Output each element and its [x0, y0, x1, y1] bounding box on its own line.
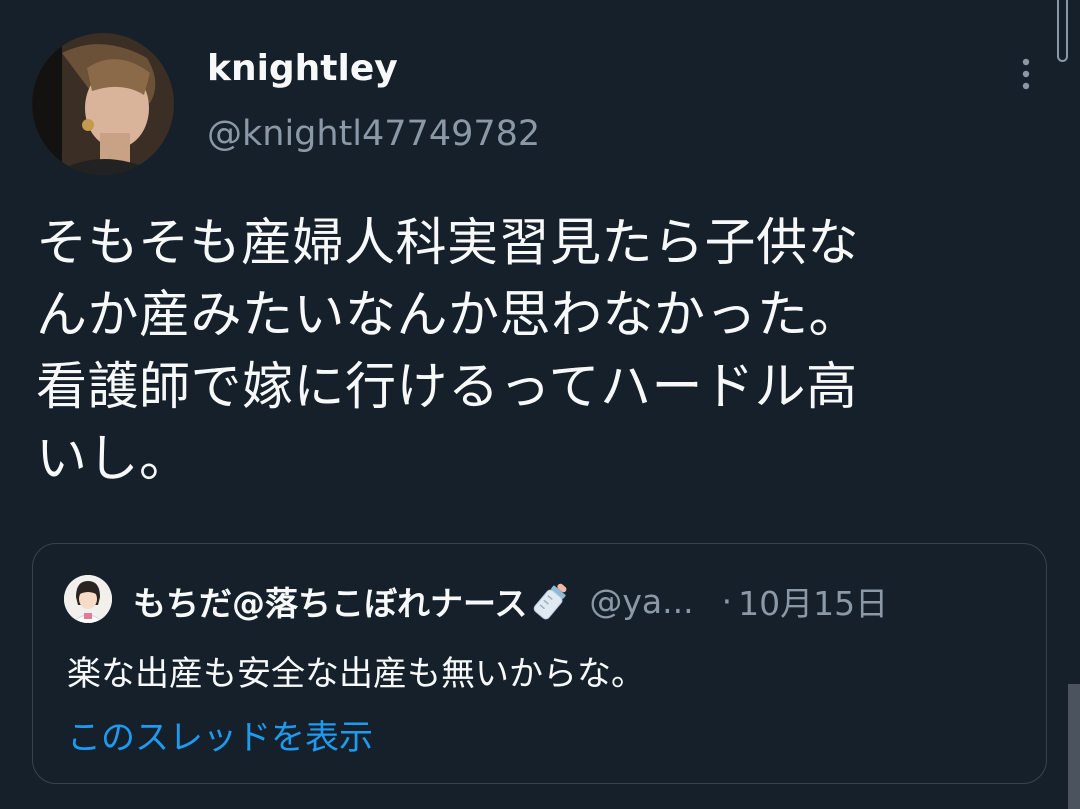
header-separator: · [721, 581, 733, 621]
author-avatar[interactable] [32, 33, 174, 175]
scrollbar-track-top[interactable] [1057, 0, 1068, 62]
tweet-text-line: そもそも産婦人科実習見たら子供な [36, 214, 859, 273]
tweet-text-line: んか産みたいなんか思わなかった。 [36, 286, 861, 345]
more-options-button[interactable] [1006, 54, 1046, 94]
quoted-author-handle[interactable]: @ya... [589, 582, 693, 621]
quoted-author-name[interactable]: もちだ@落ちこぼれナース [133, 577, 527, 625]
tweet-text-line: いし。 [36, 430, 191, 489]
more-vertical-icon [1022, 58, 1030, 90]
scrollbar-thumb[interactable] [1068, 684, 1080, 809]
quoted-tweet-header: もちだ@落ちこぼれナース @ya... · 10月15日 [133, 577, 888, 625]
quoted-author-avatar[interactable] [64, 575, 112, 623]
author-display-name[interactable]: knightley [207, 48, 398, 89]
quoted-tweet-date[interactable]: 10月15日 [738, 577, 888, 625]
tweet-text: そもそも産婦人科実習見たら子供な んか産みたいなんか思わなかった。 看護師で嫁に… [36, 208, 1016, 496]
show-thread-link[interactable]: このスレッドを表示 [67, 710, 373, 759]
baby-bottle-icon [529, 579, 573, 623]
author-handle[interactable]: @knightl47749782 [207, 114, 540, 154]
quoted-tweet-card[interactable]: もちだ@落ちこぼれナース @ya... · 10月15日 楽な出産も安全な出産も [32, 543, 1047, 784]
tweet-text-line: 看護師で嫁に行けるってハードル高 [36, 358, 858, 417]
tweet-detail-view: knightley @knightl47749782 そもそも産婦人科実習見たら… [0, 0, 1080, 809]
quoted-tweet-text: 楽な出産も安全な出産も無いからな。 [67, 654, 645, 694]
